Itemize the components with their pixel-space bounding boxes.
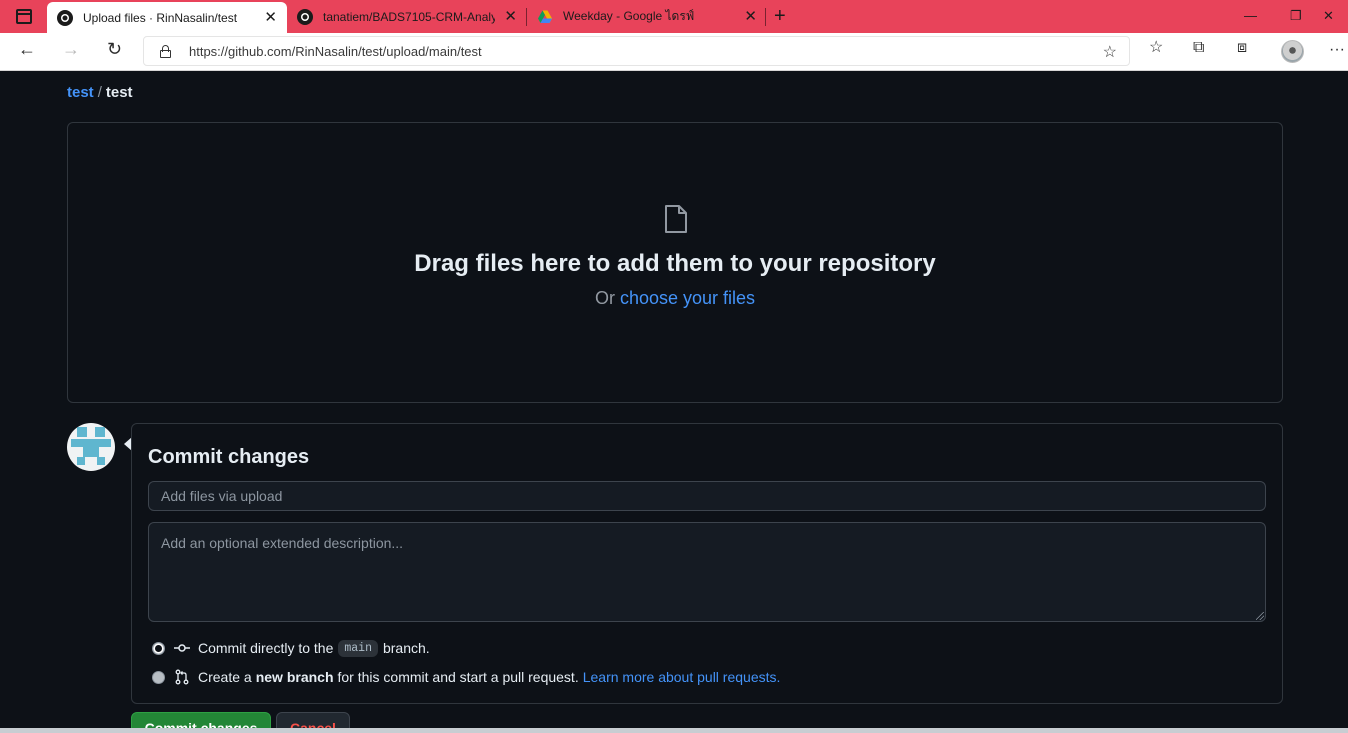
url-text[interactable]: https://github.com/RinNasalin/test/uploa… — [189, 44, 482, 59]
address-bar[interactable]: https://github.com/RinNasalin/test/uploa… — [143, 36, 1130, 66]
refresh-button[interactable]: ↻ — [107, 40, 122, 58]
resize-handle-icon[interactable] — [1256, 612, 1264, 620]
option-direct-suffix: branch. — [382, 640, 430, 656]
github-icon — [57, 9, 73, 26]
option-direct-text: Commit directly to the — [198, 640, 334, 656]
tab-actions-icon[interactable] — [16, 9, 32, 24]
page-content: test / test Drag files here to add them to… — [0, 71, 1348, 733]
branch-name-badge: main — [338, 639, 378, 657]
dropzone-title: Drag files here to add them to your repo… — [414, 250, 936, 277]
choose-files-link[interactable]: choose your files — [620, 288, 755, 308]
profile-avatar[interactable] — [1281, 40, 1304, 63]
commit-form: Commit changes Commit directly to the ma… — [131, 423, 1283, 704]
collections-icon[interactable]: ⧉ — [1193, 40, 1204, 56]
commit-direct-radio[interactable] — [152, 641, 165, 655]
option-new-suffix: for this commit and start a pull request… — [337, 669, 579, 685]
google-drive-icon — [537, 9, 553, 25]
github-icon — [297, 8, 313, 25]
tab-crm-analy[interactable]: tanatiem/BADS7105-CRM-Analy ✕ — [287, 0, 527, 33]
extensions-icon[interactable]: ⧈ — [1237, 40, 1247, 56]
breadcrumb-repo-link[interactable]: test — [67, 84, 94, 101]
back-button[interactable]: ← — [18, 40, 36, 58]
new-branch-radio[interactable] — [152, 670, 165, 684]
dropzone-subtitle: Or choose your files — [68, 288, 1282, 309]
close-icon[interactable]: ✕ — [504, 9, 517, 24]
more-menu-icon[interactable]: ··· — [1329, 42, 1345, 58]
learn-more-link[interactable]: Learn more about pull requests. — [583, 669, 781, 685]
tab-upload-files[interactable]: Upload files · RinNasalin/test ✕ — [47, 2, 287, 33]
option-new-text: Create a — [198, 669, 252, 685]
browser-tab-bar: Upload files · RinNasalin/test ✕ tanatie… — [0, 0, 1348, 33]
breadcrumb-separator: / — [97, 84, 102, 101]
commit-description-input[interactable] — [148, 522, 1266, 622]
commit-direct-option[interactable]: Commit directly to the main branch. — [152, 638, 430, 658]
favorites-icon[interactable]: ☆ — [1149, 40, 1163, 56]
tab-label: Weekday - Google ไดรฟ์ — [563, 9, 695, 23]
bottom-edge — [0, 728, 1348, 733]
window-close-button[interactable]: ✕ — [1323, 8, 1334, 24]
tab-separator — [765, 8, 766, 26]
minimize-button[interactable]: — — [1244, 8, 1257, 23]
add-favorite-icon[interactable]: ☆ — [1103, 42, 1117, 62]
close-icon[interactable]: ✕ — [264, 10, 277, 25]
forward-button[interactable]: → — [62, 40, 80, 58]
commit-summary-input[interactable] — [148, 481, 1266, 511]
tab-label: tanatiem/BADS7105-CRM-Analy — [323, 9, 495, 24]
restore-button[interactable]: ❐ — [1290, 8, 1302, 24]
git-pull-request-icon — [174, 669, 190, 685]
address-toolbar: ← → ↻ https://github.com/RinNasalin/test… — [0, 33, 1348, 71]
new-tab-button[interactable]: + — [774, 6, 786, 26]
tab-label: Upload files · RinNasalin/test — [83, 10, 238, 25]
tab-google-drive[interactable]: Weekday - Google ไดรฟ์ ✕ — [527, 0, 767, 33]
option-new-bold: new branch — [255, 669, 334, 685]
close-icon[interactable]: ✕ — [744, 9, 757, 24]
commit-new-branch-option[interactable]: Create a new branch for this commit and … — [152, 667, 780, 687]
git-commit-icon — [174, 640, 190, 656]
dropzone-prefix: Or — [594, 288, 615, 308]
lock-icon[interactable] — [160, 45, 171, 58]
breadcrumb: test / test — [67, 84, 133, 101]
user-avatar — [67, 423, 115, 471]
breadcrumb-current: test — [105, 84, 133, 101]
file-icon — [664, 205, 688, 233]
commit-title: Commit changes — [148, 446, 310, 468]
file-dropzone[interactable]: Drag files here to add them to your repo… — [67, 122, 1283, 403]
